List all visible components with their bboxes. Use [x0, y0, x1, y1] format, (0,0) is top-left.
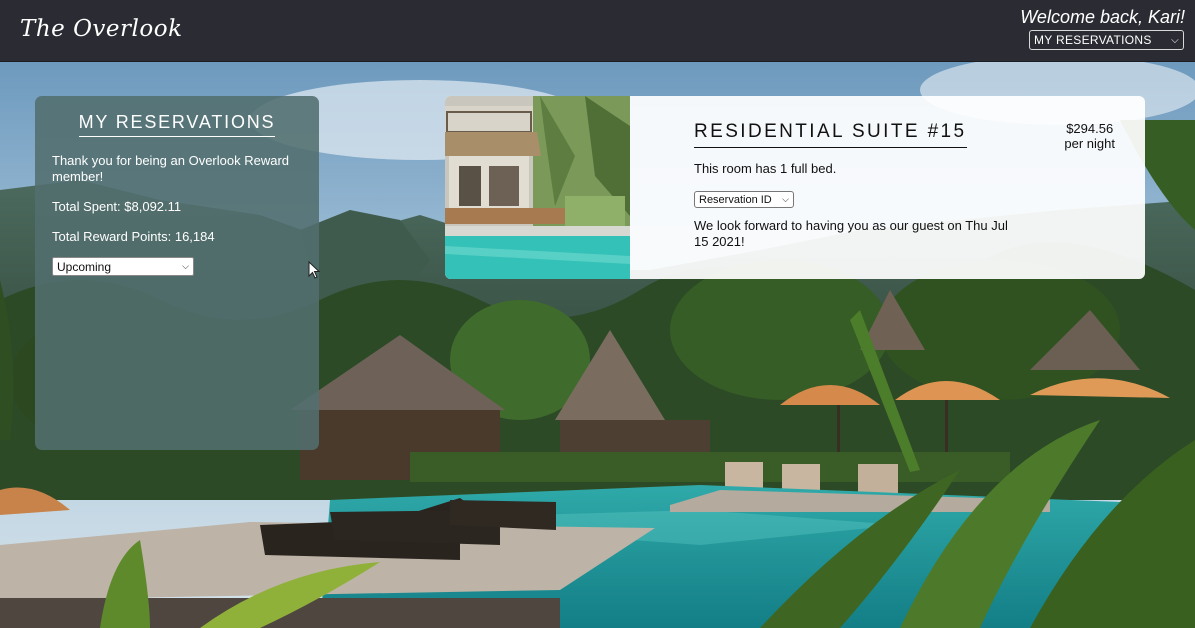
reservation-message: We look forward to having you as our gue…: [694, 218, 1008, 249]
room-photo: [445, 96, 630, 279]
mouse-cursor-icon: [308, 260, 321, 284]
welcome-message: Welcome back, Kari!: [1020, 7, 1185, 27]
price-unit: per night: [1064, 136, 1115, 151]
reservation-id-select[interactable]: Reservation ID ⌵: [694, 191, 794, 208]
room-price: $294.56 per night: [1064, 121, 1115, 151]
room-description: This room has 1 full bed.: [694, 161, 837, 176]
chevron-down-icon: ⌵: [182, 261, 189, 271]
total-spent-text: Total Spent: $8,092.11: [52, 199, 182, 214]
room-title: RESIDENTIAL SUITE #15: [694, 121, 967, 148]
navigation-select[interactable]: MY RESERVATIONS ⌵: [1029, 30, 1184, 50]
brand-logo-text[interactable]: The Overlook: [20, 16, 183, 42]
chevron-down-icon: ⌵: [1171, 34, 1179, 46]
reservation-card: RESIDENTIAL SUITE #15 This room has 1 fu…: [445, 96, 1145, 279]
price-amount: $294.56: [1066, 121, 1114, 136]
reservations-summary-panel: MY RESERVATIONS Thank you for being an O…: [35, 96, 319, 450]
panel-title: MY RESERVATIONS: [52, 112, 302, 137]
reservation-filter-select[interactable]: Upcoming ⌵: [52, 257, 194, 276]
top-header: The Overlook Welcome back, Kari! MY RESE…: [0, 0, 1195, 62]
filter-select-value: Upcoming: [57, 259, 112, 274]
navigation-select-value: MY RESERVATIONS: [1034, 33, 1152, 47]
total-points-text: Total Reward Points: 16,184: [52, 229, 215, 244]
reservation-id-select-value: Reservation ID: [699, 193, 772, 206]
reward-thanks-text: Thank you for being an Overlook Reward m…: [52, 153, 290, 184]
chevron-down-icon: ⌵: [782, 194, 789, 204]
reservation-details: RESIDENTIAL SUITE #15 This room has 1 fu…: [694, 121, 1014, 250]
